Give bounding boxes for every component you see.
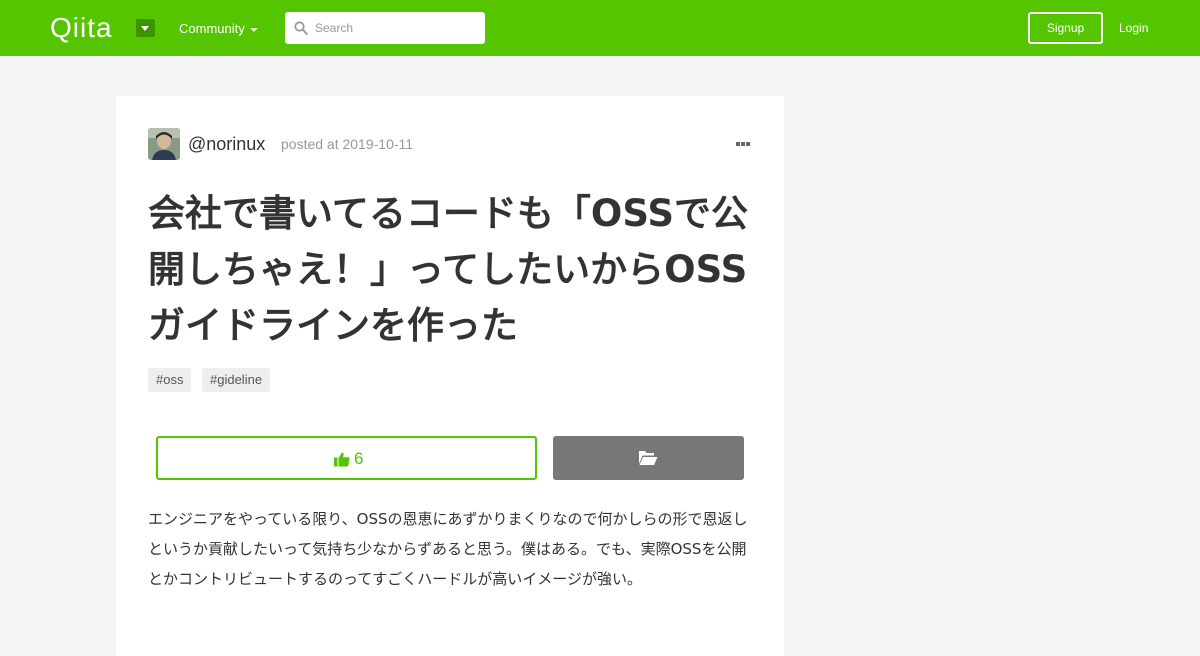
article-card: @norinux posted at 2019-10-11 会社で書いてるコード…	[116, 96, 784, 656]
search-icon	[294, 21, 308, 35]
site-header: Qiita Community Signup Login	[0, 0, 1200, 56]
community-caret-down-icon[interactable]	[250, 28, 258, 32]
avatar-image	[148, 128, 180, 160]
article-title: 会社で書いてるコードも「OSSで公開しちゃえ！」ってしたいからOSSガイドライン…	[148, 192, 748, 347]
tag-gideline[interactable]: #gideline	[202, 368, 271, 392]
search-input[interactable]	[315, 12, 480, 44]
more-dots-icon[interactable]	[736, 134, 752, 154]
login-link[interactable]: Login	[1119, 20, 1148, 36]
stock-button[interactable]	[553, 436, 744, 480]
like-count: 6	[354, 449, 364, 468]
thumbs-up-icon	[334, 452, 350, 467]
qiita-logo[interactable]: Qiita	[50, 12, 113, 44]
author-name[interactable]: @norinux	[188, 133, 265, 155]
signup-button[interactable]: Signup	[1028, 12, 1103, 44]
logo-caret-down-icon[interactable]	[136, 19, 155, 37]
search-box	[285, 12, 485, 44]
like-button[interactable]: 6	[156, 436, 537, 480]
folder-open-icon	[639, 451, 658, 465]
tag-oss[interactable]: #oss	[148, 368, 192, 392]
article-body: エンジニアをやっている限り、OSSの恩恵にあずかりまくりなので何かしらの形で恩返…	[148, 510, 748, 588]
community-menu[interactable]: Community	[179, 21, 245, 37]
posted-date: posted at 2019-10-11	[281, 136, 414, 152]
avatar[interactable]	[148, 128, 180, 160]
